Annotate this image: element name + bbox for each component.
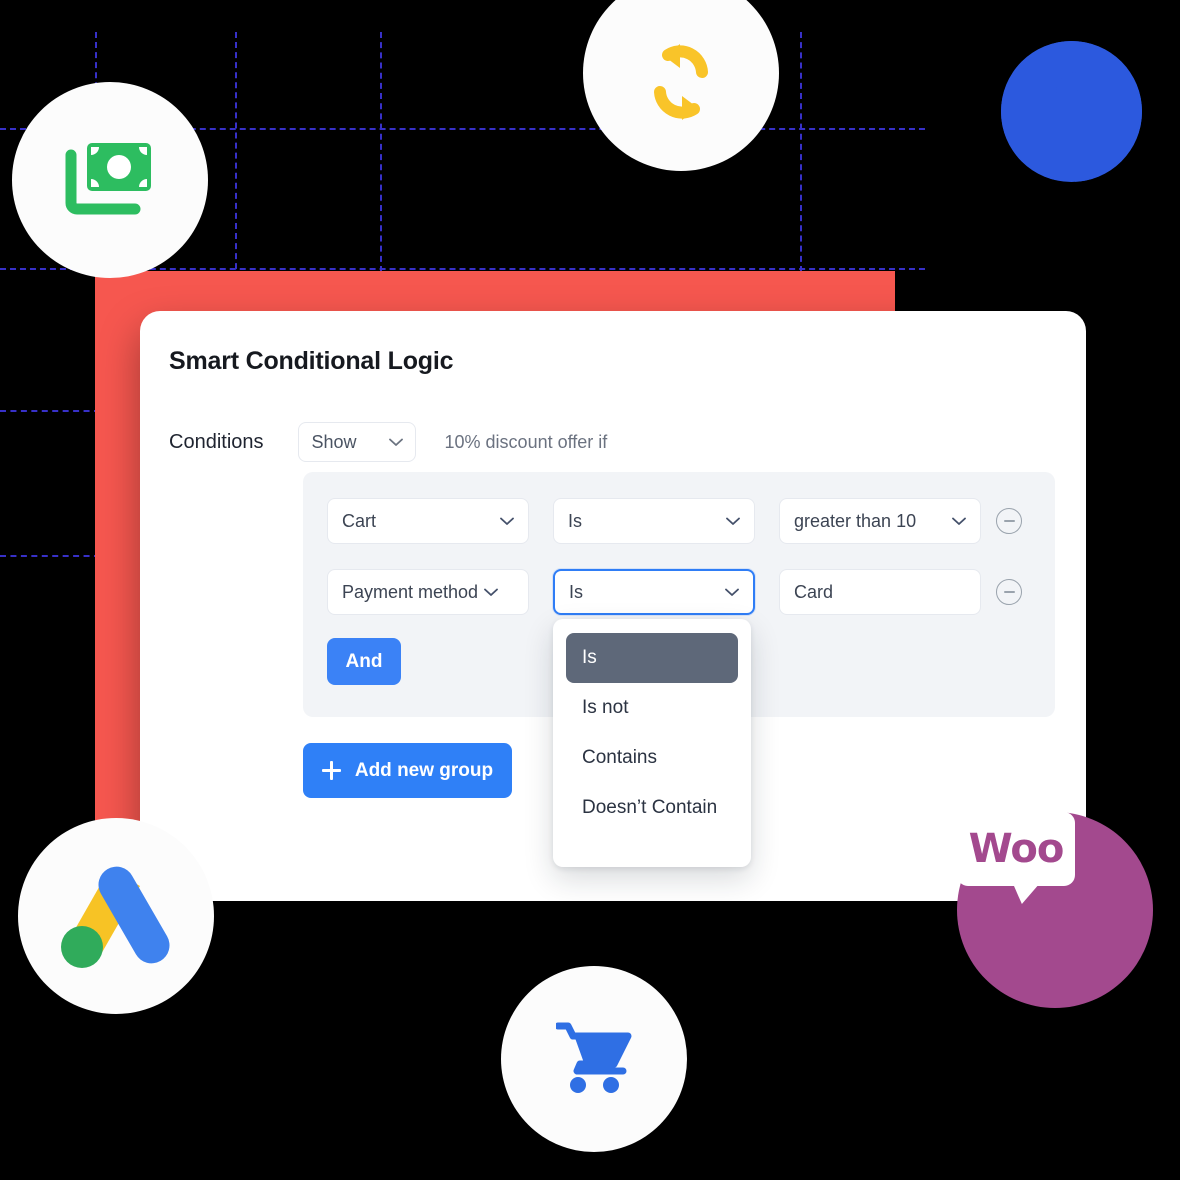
grid-line-vertical <box>800 32 802 272</box>
dropdown-option-doesnt-contain[interactable]: Doesn’t Contain <box>566 783 738 833</box>
remove-condition-button[interactable] <box>996 508 1022 534</box>
badge-facebook <box>1001 41 1142 182</box>
remove-condition-button[interactable] <box>996 579 1022 605</box>
condition-field-select[interactable]: Cart <box>327 498 529 544</box>
money-icon <box>65 139 155 222</box>
condition-field-value: Cart <box>342 510 377 531</box>
chevron-down-icon <box>388 438 403 447</box>
add-new-group-button[interactable]: Add new group <box>303 743 512 798</box>
badge-cash <box>12 82 208 278</box>
dropdown-option-contains[interactable]: Contains <box>566 733 738 783</box>
condition-operator-value: Is <box>569 581 584 602</box>
woocommerce-icon: Woo <box>957 812 1075 886</box>
chevron-down-icon <box>952 517 966 526</box>
sync-icon <box>644 42 718 127</box>
screenshot-root: Smart Conditional Logic Conditions Show … <box>0 0 1180 1180</box>
badge-shopping-cart <box>501 966 687 1152</box>
condition-operator-select[interactable]: Is <box>553 498 755 544</box>
condition-value-input[interactable]: Card <box>779 569 981 615</box>
condition-operator-select[interactable]: Is <box>553 569 755 615</box>
visibility-select-value: Show <box>311 431 357 452</box>
chevron-down-icon <box>500 517 514 526</box>
condition-operator-value: Is <box>568 510 583 531</box>
condition-value-text: Card <box>794 581 834 602</box>
dropdown-option-is-not[interactable]: Is not <box>566 683 738 733</box>
google-ads-icon <box>48 846 184 987</box>
badge-woocommerce: Woo <box>957 812 1153 1008</box>
condition-note: 10% discount offer if <box>444 431 608 452</box>
add-new-group-label: Add new group <box>354 759 494 781</box>
grid-line-horizontal <box>0 410 100 412</box>
facebook-icon <box>1001 41 1142 182</box>
conditional-logic-card: Smart Conditional Logic Conditions Show … <box>140 311 1086 901</box>
logic-operator-button[interactable]: And <box>327 638 401 685</box>
chevron-down-icon <box>726 517 740 526</box>
minus-icon <box>1003 591 1015 593</box>
shopping-cart-icon <box>554 1020 632 1099</box>
condition-field-value: Payment method <box>342 581 479 602</box>
grid-line-vertical <box>380 32 382 272</box>
badge-google-ads <box>18 818 214 1014</box>
condition-row: Payment method Is Card <box>327 569 1022 615</box>
condition-value-text: greater than 10 <box>794 510 917 531</box>
dropdown-option-is[interactable]: Is <box>566 633 738 683</box>
chevron-down-icon <box>725 588 739 597</box>
chevron-down-icon <box>484 588 498 597</box>
plus-icon <box>321 761 341 780</box>
conditions-label: Conditions <box>169 430 264 453</box>
operator-dropdown-menu: Is Is not Contains Doesn’t Contain <box>553 619 751 867</box>
condition-row: Cart Is greater than 10 <box>327 498 1022 544</box>
woocommerce-label: Woo <box>968 826 1065 872</box>
condition-value-select[interactable]: greater than 10 <box>779 498 981 544</box>
visibility-select[interactable]: Show <box>297 422 416 462</box>
page-title: Smart Conditional Logic <box>169 347 454 375</box>
conditions-header-row: Conditions Show 10% discount offer if <box>169 422 607 462</box>
minus-icon <box>1003 520 1015 522</box>
grid-line-horizontal <box>0 555 100 557</box>
condition-field-select[interactable]: Payment method <box>327 569 529 615</box>
